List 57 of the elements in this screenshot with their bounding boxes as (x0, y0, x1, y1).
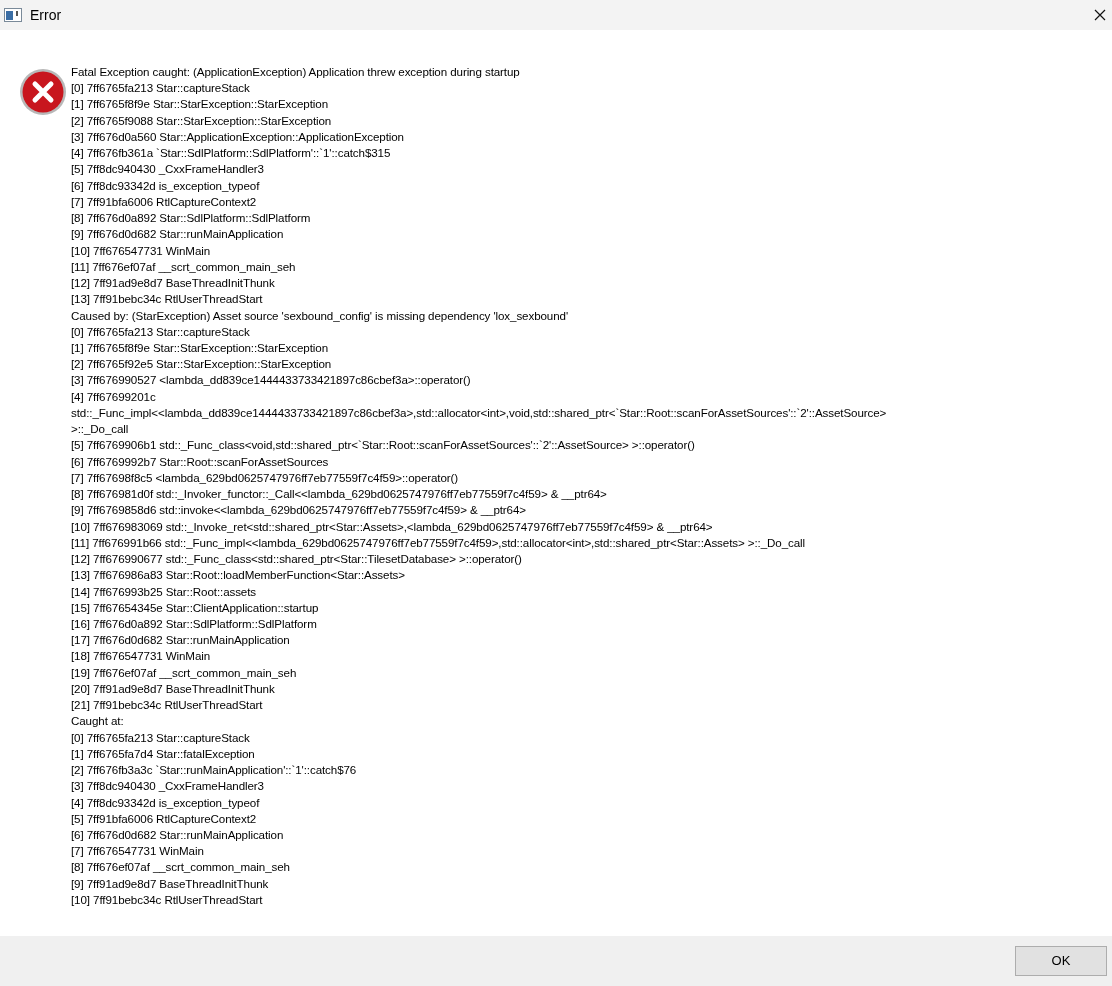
message-line: [11] 7ff676991b66 std::_Func_impl<<lambda_629bd0625747976ff7eb77559f7c4f59>,std::allocator<int>,std::shared_ptr<Star::Assets> >::_Do_call (71, 534, 806, 551)
message-line: [18] 7ff676547731 WinMain (71, 648, 212, 665)
message-line: [2] 7ff676fb3a3c `Star::runMainApplication'::`1'::catch$76 (71, 762, 358, 779)
message-line: [12] 7ff91ad9e8d7 BaseThreadInitThunk (71, 275, 276, 292)
message-line: [3] 7ff8dc940430 _CxxFrameHandler3 (71, 778, 265, 795)
error-icon (19, 68, 67, 116)
message-line: [14] 7ff676993b25 Star::Root::assets (71, 583, 258, 600)
close-icon[interactable] (1094, 9, 1106, 21)
message-line: [3] 7ff676d0a560 Star::ApplicationException::ApplicationException (71, 128, 405, 145)
message-line: [17] 7ff676d0d682 Star::runMainApplication (71, 632, 291, 649)
message-line: [4] 7ff67699201c (71, 388, 157, 405)
message-line: >::_Do_call (71, 421, 130, 438)
window-icon (4, 8, 22, 22)
message-line: [5] 7ff8dc940430 _CxxFrameHandler3 (71, 161, 265, 178)
message-line: [0] 7ff6765fa213 Star::captureStack (71, 80, 251, 97)
message-line: [15] 7ff67654345e Star::ClientApplication::startup (71, 599, 320, 616)
message-line: [3] 7ff676990527 <lambda_dd839ce1444433733421897c86cbef3a>::operator() (71, 372, 472, 389)
message-line: [2] 7ff6765f9088 Star::StarException::StarException (71, 112, 333, 129)
message-line: [8] 7ff676ef07af __scrt_common_main_seh (71, 859, 291, 876)
message-line: [6] 7ff676d0d682 Star::runMainApplication (71, 827, 285, 843)
message-line: [8] 7ff676d0a892 Star::SdlPlatform::SdlPlatform (71, 210, 312, 227)
message-line: [12] 7ff676990677 std::_Func_class<std::shared_ptr<Star::TilesetDatabase> >::operator() (71, 551, 523, 568)
message-line: [4] 7ff676fb361a `Star::SdlPlatform::SdlPlatform'::`1'::catch$315 (71, 145, 392, 162)
message-line: [20] 7ff91ad9e8d7 BaseThreadInitThunk (71, 680, 276, 697)
message-line: [5] 7ff6769906b1 std::_Func_class<void,std::shared_ptr<`Star::Root::scanForAssetSources'::`2'::AssetSource> >::operator() (71, 437, 696, 454)
message-line: [13] 7ff91bebc34c RtlUserThreadStart (71, 291, 264, 308)
message-line: [16] 7ff676d0a892 Star::SdlPlatform::SdlPlatform (71, 615, 318, 632)
message-line: [6] 7ff6769992b7 Star::Root::scanForAssetSources (71, 453, 330, 470)
message-line: [5] 7ff91bfa6006 RtlCaptureContext2 (71, 810, 258, 827)
message-line: [10] 7ff676983069 std::_Invoke_ret<std::shared_ptr<Star::Assets>,<lambda_629bd0625747976ff7eb77559f7c4f59> & __ptr64> (71, 518, 714, 535)
ok-button[interactable]: OK (1015, 946, 1107, 976)
message-line: [10] 7ff676547731 WinMain (71, 242, 212, 259)
message-line: [1] 7ff6765f8f9e Star::StarException::StarException (71, 96, 329, 113)
message-line: Caused by: (StarException) Asset source 'sexbound_config' is missing dependency 'lox_sexbound' (71, 307, 569, 324)
message-line: [1] 7ff6765fa7d4 Star::fatalException (71, 745, 256, 762)
message-line: [7] 7ff67698f8c5 <lambda_629bd0625747976ff7eb77559f7c4f59>::operator() (71, 469, 460, 486)
message-line: [19] 7ff676ef07af __scrt_common_main_seh (71, 664, 298, 681)
message-line: [2] 7ff6765f92e5 Star::StarException::StarException (71, 356, 333, 373)
message-line: [6] 7ff8dc93342d is_exception_typeof (71, 177, 261, 194)
message-line: [0] 7ff6765fa213 Star::captureStack (71, 323, 251, 340)
message-line: [7] 7ff91bfa6006 RtlCaptureContext2 (71, 193, 258, 210)
message-line: [4] 7ff8dc93342d is_exception_typeof (71, 794, 261, 811)
message-line: [13] 7ff676986a83 Star::Root::loadMemberFunction<Star::Assets> (71, 567, 406, 584)
message-line: [9] 7ff91ad9e8d7 BaseThreadInitThunk (71, 875, 270, 892)
window-title: Error (30, 5, 62, 25)
message-line: [21] 7ff91bebc34c RtlUserThreadStart (71, 697, 264, 714)
message-line: Fatal Exception caught: (ApplicationException) Application threw exception during startup (71, 64, 521, 80)
message-line: [11] 7ff676ef07af __scrt_common_main_seh (71, 258, 297, 275)
message-line: [1] 7ff6765f8f9e Star::StarException::StarException (71, 340, 329, 356)
message-line: [9] 7ff676d0d682 Star::runMainApplication (71, 226, 285, 243)
message-line: [9] 7ff6769858d6 std::invoke<<lambda_629bd0625747976ff7eb77559f7c4f59> & __ptr64> (71, 502, 527, 519)
message-line: std::_Func_impl<<lambda_dd839ce1444433733421897c86cbef3a>,std::allocator<int>,void,std::shared_ptr<`Star::Root::scanForAssetSources'::`2'::AssetSource> (71, 404, 887, 421)
message-line: [7] 7ff676547731 WinMain (71, 843, 205, 860)
message-line: [0] 7ff6765fa213 Star::captureStack (71, 729, 251, 746)
message-line: [8] 7ff676981d0f std::_Invoker_functor::_Call<<lambda_629bd0625747976ff7eb77559f7c4f59> & __ptr64> (71, 486, 608, 503)
message-line: [10] 7ff91bebc34c RtlUserThreadStart (71, 891, 264, 908)
message-line: Caught at: (71, 713, 125, 730)
